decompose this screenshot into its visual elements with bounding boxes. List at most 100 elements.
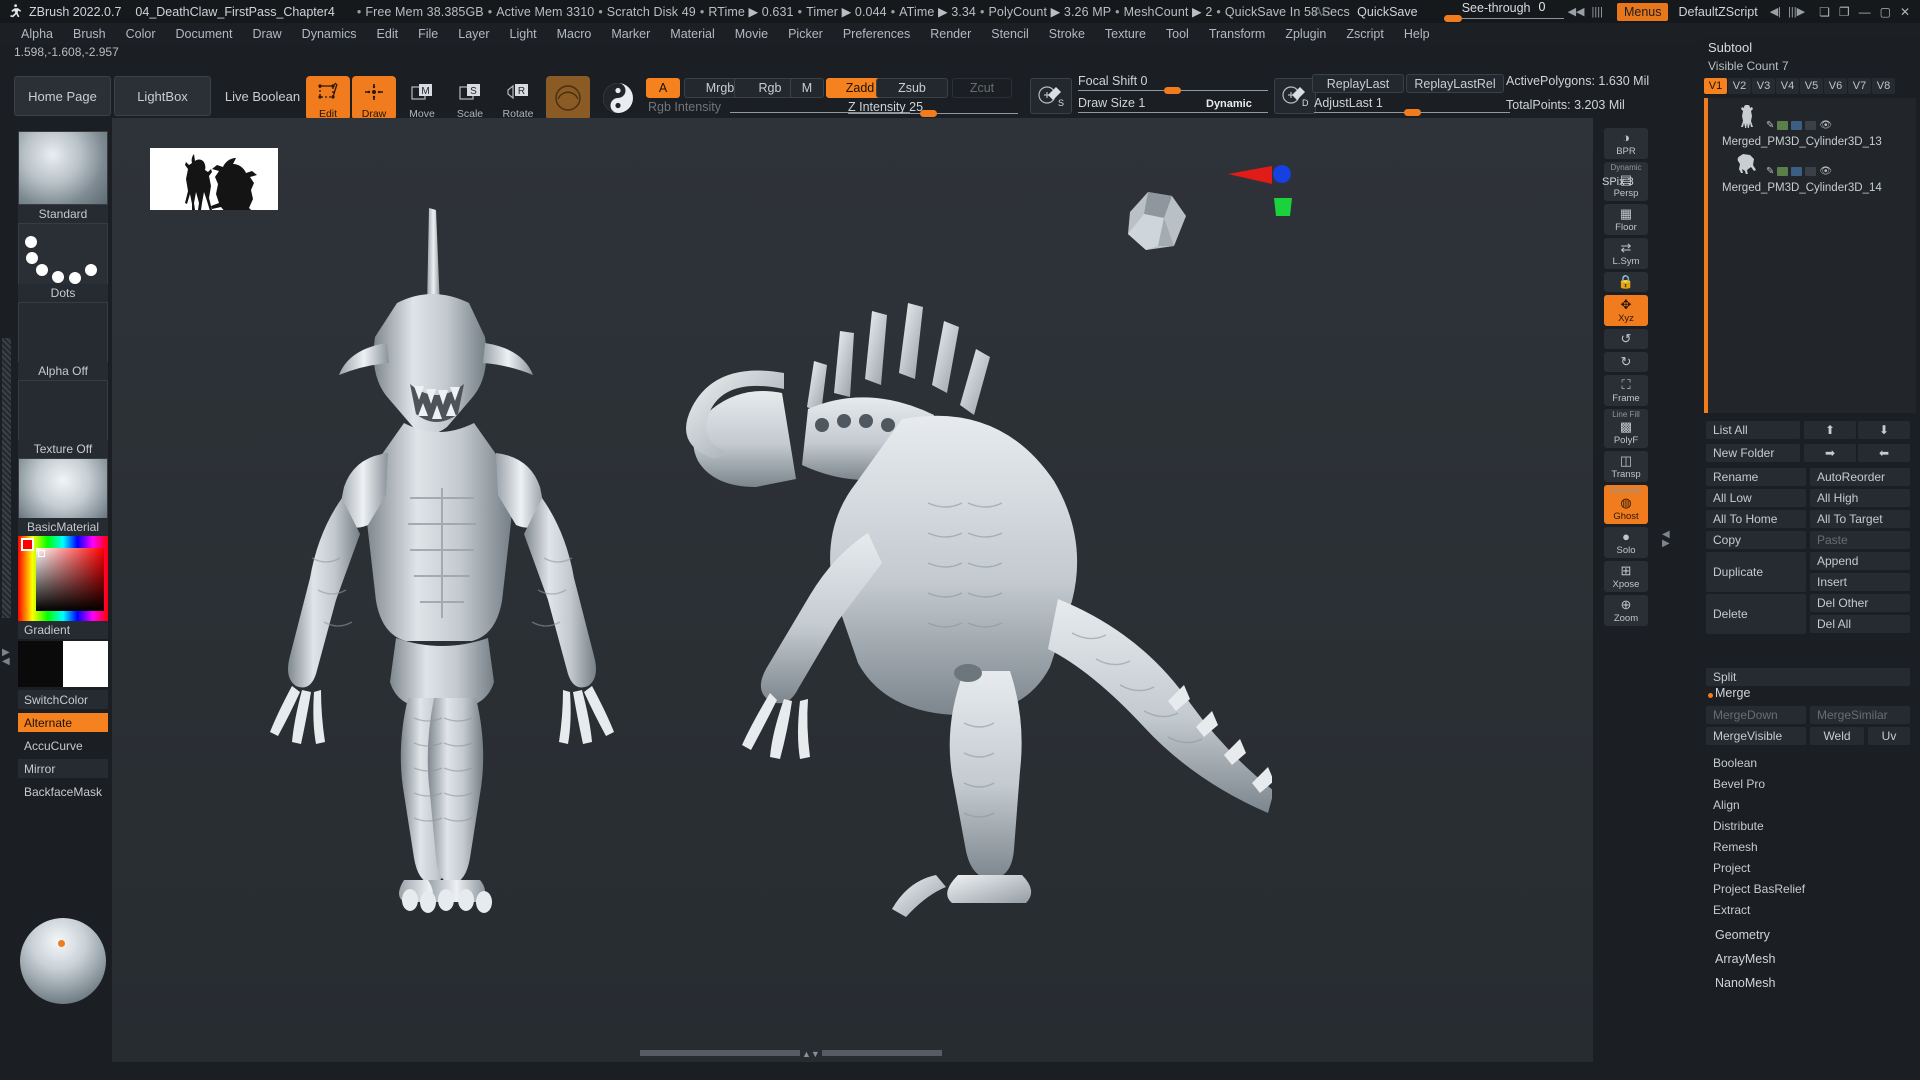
- adjust-last-knob[interactable]: [1404, 109, 1421, 116]
- scale-mode-button[interactable]: S Scale: [448, 76, 492, 120]
- menu-item-picker[interactable]: Picker: [779, 25, 832, 43]
- frame-button[interactable]: ⛶ Frame: [1604, 375, 1648, 406]
- zscript-bars-icon[interactable]: |||▶: [1788, 5, 1805, 18]
- backface-mask-button[interactable]: BackfaceMask: [18, 782, 108, 801]
- current-material-label[interactable]: BasicMaterial: [18, 518, 108, 536]
- switch-color-button[interactable]: SwitchColor: [18, 690, 108, 709]
- deathclaw-side-sculpt[interactable]: [572, 203, 1274, 923]
- rotate-ccw-button[interactable]: ↺: [1604, 329, 1648, 349]
- edit-mode-button[interactable]: Edit: [306, 76, 350, 120]
- viewport-button-v4[interactable]: V4: [1776, 78, 1799, 94]
- section-arraymesh-header[interactable]: ArrayMesh: [1708, 950, 1912, 968]
- move-down-button[interactable]: ⬇: [1858, 421, 1910, 439]
- subtool-color-chip-0[interactable]: [1777, 121, 1789, 130]
- solo-button[interactable]: ● Solo: [1604, 527, 1648, 558]
- polyf-button[interactable]: Line Fill ▩ PolyF: [1604, 409, 1648, 448]
- menu-item-zplugin[interactable]: Zplugin: [1276, 25, 1335, 43]
- see-through-knob[interactable]: [1443, 15, 1462, 22]
- viewport-button-v5[interactable]: V5: [1800, 78, 1823, 94]
- merge-similar-button[interactable]: MergeSimilar: [1810, 706, 1910, 724]
- focal-shift-label[interactable]: Focal Shift 0: [1078, 74, 1147, 88]
- canvas-scrollbar-h[interactable]: [640, 1050, 800, 1056]
- polypaint-toggle-icon[interactable]: ✎: [1766, 120, 1774, 131]
- bevel-pro-button[interactable]: Bevel Pro: [1706, 775, 1910, 793]
- menu-item-material[interactable]: Material: [661, 25, 723, 43]
- merge-section-label[interactable]: Merge: [1708, 684, 1912, 702]
- subtool-color-chip-1b[interactable]: [1791, 167, 1803, 176]
- xpose-button[interactable]: ⊞ Xpose: [1604, 561, 1648, 592]
- zscript-back-icon[interactable]: ◀|: [1770, 5, 1781, 18]
- move-right-button[interactable]: ➡: [1804, 444, 1856, 462]
- floor-button[interactable]: ▦ Floor: [1604, 204, 1648, 235]
- accu-curve-button[interactable]: AccuCurve: [18, 736, 108, 755]
- ghost-button[interactable]: Dynamic ◍ Ghost: [1604, 485, 1648, 524]
- copy-button[interactable]: Copy: [1706, 531, 1806, 549]
- menu-item-draw[interactable]: Draw: [244, 25, 291, 43]
- draw-mode-button[interactable]: Draw: [352, 76, 396, 120]
- draw-size-track[interactable]: [1078, 112, 1268, 113]
- z-intensity-label[interactable]: Z Intensity 25: [848, 100, 923, 114]
- del-other-button[interactable]: Del Other: [1810, 594, 1910, 612]
- menu-item-brush[interactable]: Brush: [64, 25, 115, 43]
- menu-item-light[interactable]: Light: [501, 25, 546, 43]
- sculpt-canvas[interactable]: ▲▼: [112, 118, 1593, 1062]
- alternate-button[interactable]: Alternate: [18, 713, 108, 732]
- menu-item-help[interactable]: Help: [1395, 25, 1439, 43]
- autoreorder-button[interactable]: AutoReorder: [1810, 468, 1910, 486]
- color-picker[interactable]: [18, 536, 108, 621]
- subtool-color-chip-0c[interactable]: [1805, 121, 1817, 130]
- move-up-button[interactable]: ⬆: [1804, 421, 1856, 439]
- canvas-scrollbar-h2[interactable]: [822, 1050, 942, 1056]
- maximize-icon[interactable]: ▢: [1880, 5, 1891, 19]
- boolean-button[interactable]: Boolean: [1706, 754, 1910, 772]
- move-left-button[interactable]: ⬅: [1858, 444, 1910, 462]
- zsub-button[interactable]: Zsub: [876, 78, 948, 98]
- rename-button[interactable]: Rename: [1706, 468, 1806, 486]
- menu-item-tool[interactable]: Tool: [1157, 25, 1198, 43]
- all-high-button[interactable]: All High: [1810, 489, 1910, 507]
- see-through-slider[interactable]: See-through 0: [1440, 0, 1568, 23]
- brush-s-button[interactable]: S: [1030, 78, 1072, 114]
- project-button[interactable]: Project: [1706, 859, 1910, 877]
- color-sv-area[interactable]: [36, 548, 104, 611]
- viewport-button-v2[interactable]: V2: [1728, 78, 1751, 94]
- replay-last-rel-button[interactable]: ReplayLastRel: [1406, 74, 1504, 93]
- channel-a-button[interactable]: A: [646, 78, 680, 98]
- subtool-row-toggles-1[interactable]: ✎ 👁: [1766, 166, 1832, 177]
- xyz-button[interactable]: ✥ Xyz: [1604, 295, 1648, 326]
- all-to-target-button[interactable]: All To Target: [1810, 510, 1910, 528]
- align-button[interactable]: Align: [1706, 796, 1910, 814]
- current-brush-label[interactable]: Standard: [18, 205, 108, 223]
- menu-item-preferences[interactable]: Preferences: [834, 25, 919, 43]
- gradient-button[interactable]: Gradient: [18, 621, 108, 639]
- brush-d-button[interactable]: D: [1274, 78, 1316, 114]
- adjust-last-label[interactable]: AdjustLast 1: [1314, 96, 1383, 110]
- menu-item-stencil[interactable]: Stencil: [982, 25, 1038, 43]
- rgb-intensity-label[interactable]: Rgb Intensity: [648, 100, 721, 114]
- distribute-button[interactable]: Distribute: [1706, 817, 1910, 835]
- history-bars-icon[interactable]: ||||: [1592, 6, 1603, 18]
- z-intensity-knob[interactable]: [920, 110, 937, 117]
- right-shelf-collapse-arrows[interactable]: ◀ ▶: [1662, 530, 1670, 549]
- merge-visible-button[interactable]: MergeVisible: [1706, 727, 1806, 745]
- current-brush-thumbnail[interactable]: [18, 131, 108, 205]
- close-icon[interactable]: ✕: [1900, 5, 1910, 19]
- secondary-color-swatch[interactable]: [63, 641, 108, 687]
- subtool-list-item-0[interactable]: ✎ 👁 Merged_PM3D_Cylinder3D_13: [1714, 104, 1914, 148]
- menu-item-edit[interactable]: Edit: [368, 25, 408, 43]
- menu-item-stroke[interactable]: Stroke: [1040, 25, 1094, 43]
- current-texture-label[interactable]: Texture Off: [18, 440, 108, 458]
- menu-item-color[interactable]: Color: [117, 25, 165, 43]
- all-to-home-button[interactable]: All To Home: [1706, 510, 1806, 528]
- material-preview-sphere[interactable]: [20, 918, 106, 1004]
- menu-item-dynamics[interactable]: Dynamics: [293, 25, 366, 43]
- remesh-button[interactable]: Remesh: [1706, 838, 1910, 856]
- paste-button[interactable]: Paste: [1810, 531, 1910, 549]
- subtool-name-1[interactable]: Merged_PM3D_Cylinder3D_14: [1722, 182, 1882, 194]
- transp-button[interactable]: ◫ Transp: [1604, 451, 1648, 482]
- subtool-list-item-1[interactable]: ✎ 👁 Merged_PM3D_Cylinder3D_14: [1714, 150, 1914, 194]
- left-shelf-collapse-arrows[interactable]: ▶ ◀: [2, 648, 10, 667]
- left-shelf-grabber[interactable]: [2, 338, 11, 618]
- uv-button[interactable]: Uv: [1868, 727, 1910, 745]
- zoom-button[interactable]: ⊕ Zoom: [1604, 595, 1648, 626]
